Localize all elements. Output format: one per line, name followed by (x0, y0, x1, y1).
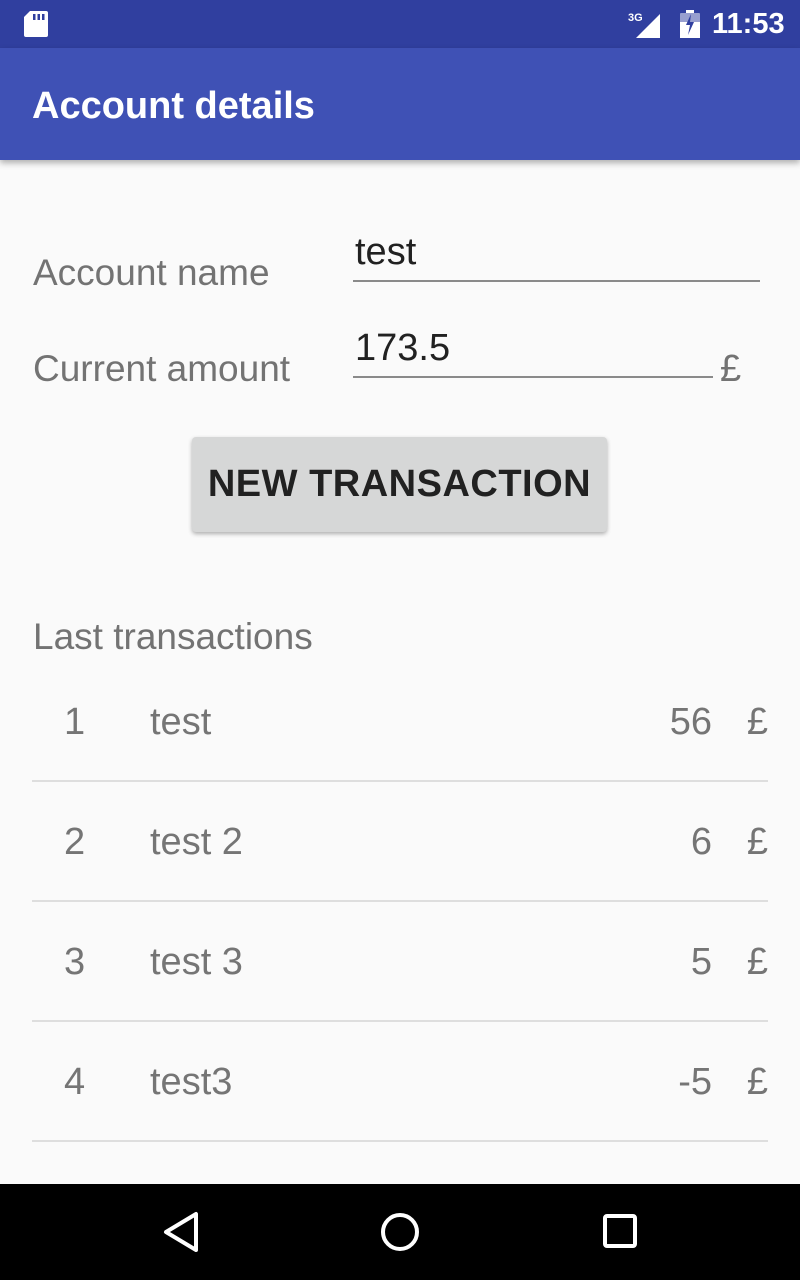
new-transaction-button[interactable]: NEW TRANSACTION (192, 437, 607, 532)
transaction-amount: 56 (669, 701, 712, 743)
transaction-number: 2 (64, 821, 86, 863)
transaction-name: test 3 (150, 941, 243, 983)
transaction-currency: £ (746, 701, 768, 743)
transaction-name: test 2 (150, 821, 243, 863)
account-name-field[interactable]: test (353, 230, 760, 282)
app-bar: Account details (0, 48, 800, 160)
account-name-label: Account name (33, 252, 270, 293)
transaction-name: test3 (150, 1061, 233, 1103)
transaction-currency: £ (746, 941, 768, 983)
transaction-amount: -5 (678, 1061, 712, 1103)
transaction-currency: £ (746, 1061, 768, 1103)
recent-apps-icon[interactable] (601, 1212, 641, 1252)
transaction-row[interactable]: 3 test 3 5 £ (32, 902, 768, 1022)
back-icon[interactable] (160, 1210, 200, 1254)
transaction-number: 4 (64, 1061, 86, 1103)
navigation-bar (0, 1184, 800, 1280)
transaction-row[interactable]: 1 test 56 £ (32, 662, 768, 782)
home-icon[interactable] (378, 1210, 422, 1254)
network-type-label: 3G (628, 12, 643, 24)
sd-card-icon (24, 11, 48, 37)
transaction-amount: 5 (690, 941, 712, 983)
current-amount-label: Current amount (33, 348, 291, 389)
currency-label: £ (720, 348, 742, 390)
transaction-amount: 6 (690, 821, 712, 863)
transaction-row[interactable]: 4 test3 -5 £ (32, 1022, 768, 1142)
transaction-currency: £ (746, 821, 768, 863)
page-title: Account details (32, 85, 315, 127)
battery-icon (680, 10, 700, 38)
clock: 11:53 (712, 8, 785, 40)
transaction-row[interactable]: 2 test 2 6 £ (32, 782, 768, 902)
signal-icon: 3G (628, 12, 660, 38)
last-transactions-title: Last transactions (33, 616, 313, 657)
status-bar: 3G 11:53 (0, 0, 800, 48)
transaction-number: 3 (64, 941, 86, 983)
current-amount-field[interactable]: 173.5 (353, 326, 713, 378)
transaction-number: 1 (64, 701, 86, 743)
transaction-name: test (150, 701, 212, 743)
